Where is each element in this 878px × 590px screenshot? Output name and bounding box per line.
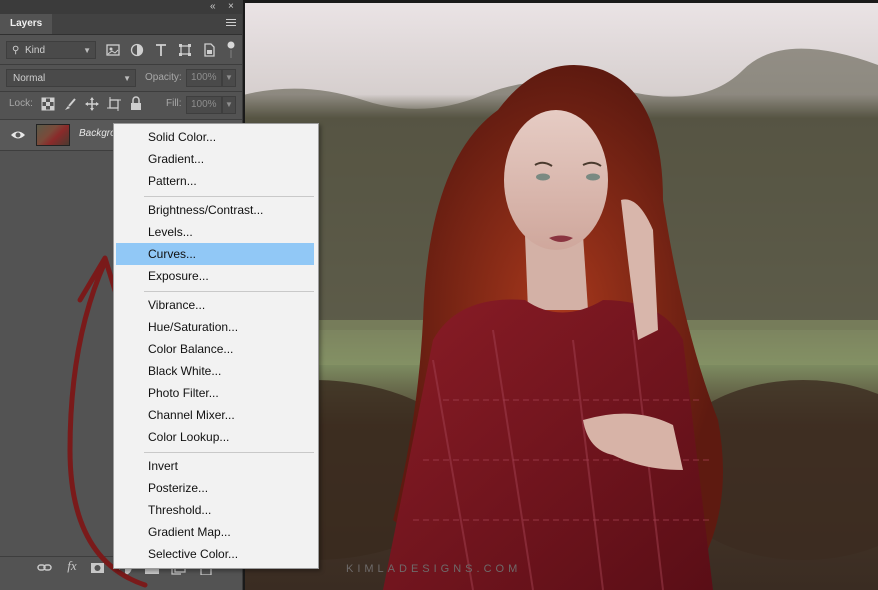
fill-dropdown[interactable]: ▼ xyxy=(222,96,236,114)
opacity-dropdown[interactable]: ▼ xyxy=(222,69,236,87)
lock-position-move-icon[interactable] xyxy=(85,97,99,111)
divider xyxy=(0,64,242,65)
menu-item-vibrance[interactable]: Vibrance... xyxy=(116,294,314,316)
filter-toggle-icon[interactable] xyxy=(226,40,236,60)
canvas-border xyxy=(243,0,878,590)
opacity-field[interactable]: 100% xyxy=(186,69,222,87)
menu-item-color-balance[interactable]: Color Balance... xyxy=(116,338,314,360)
panel-menu-icon[interactable] xyxy=(226,19,236,28)
menu-item-gradient[interactable]: Gradient... xyxy=(116,148,314,170)
chevron-down-icon: ▼ xyxy=(225,73,233,82)
smart-object-filter-icon[interactable] xyxy=(202,43,216,57)
menu-item-invert[interactable]: Invert xyxy=(116,455,314,477)
chevron-down-icon: ▼ xyxy=(123,74,131,83)
chevron-down-icon: ▼ xyxy=(83,46,91,55)
lock-transparent-icon[interactable] xyxy=(41,97,55,111)
panel-top-bar: « × xyxy=(0,0,242,14)
menu-item-curves[interactable]: Curves... xyxy=(116,243,314,265)
layer-thumbnail xyxy=(36,124,70,146)
menu-item-levels[interactable]: Levels... xyxy=(116,221,314,243)
link-layers-icon[interactable] xyxy=(37,561,53,575)
shape-filter-icon[interactable] xyxy=(178,43,192,57)
menu-divider xyxy=(144,196,314,197)
lock-all-icon[interactable] xyxy=(129,96,143,110)
canvas-area[interactable]: KIMLADESIGNS.COM xyxy=(243,0,878,590)
fill-field[interactable]: 100% xyxy=(186,96,222,114)
blend-mode-label: Normal xyxy=(13,73,46,84)
menu-item-color-lookup[interactable]: Color Lookup... xyxy=(116,426,314,448)
menu-item-photo-filter[interactable]: Photo Filter... xyxy=(116,382,314,404)
blend-mode-select[interactable]: Normal ▼ xyxy=(6,69,136,87)
close-panel-icon[interactable]: × xyxy=(228,1,234,13)
tab-layers[interactable]: Layers xyxy=(0,14,53,34)
type-filter-icon[interactable] xyxy=(154,43,168,57)
menu-item-posterize[interactable]: Posterize... xyxy=(116,477,314,499)
search-icon: ⚲ xyxy=(12,45,20,56)
menu-item-pattern[interactable]: Pattern... xyxy=(116,170,314,192)
menu-item-black-white[interactable]: Black White... xyxy=(116,360,314,382)
panel-tab-bar: Layers xyxy=(0,14,242,35)
divider xyxy=(0,91,242,92)
menu-divider xyxy=(144,452,314,453)
menu-item-exposure[interactable]: Exposure... xyxy=(116,265,314,287)
image-filter-icon[interactable] xyxy=(106,43,120,57)
adjustment-layer-menu: Solid Color... Gradient... Pattern... Br… xyxy=(113,123,319,569)
menu-item-solid-color[interactable]: Solid Color... xyxy=(116,126,314,148)
fill-label: Fill: xyxy=(166,98,182,109)
opacity-label: Opacity: xyxy=(145,72,182,83)
menu-item-gradient-map[interactable]: Gradient Map... xyxy=(116,521,314,543)
chevron-down-icon: ▼ xyxy=(225,100,233,109)
filter-kind-label: Kind xyxy=(25,45,46,56)
collapse-panel-icon[interactable]: « xyxy=(210,1,216,13)
menu-divider xyxy=(144,291,314,292)
lock-pixels-brush-icon[interactable] xyxy=(63,97,77,111)
eye-visibility-icon[interactable] xyxy=(10,127,26,143)
lock-artboard-icon[interactable] xyxy=(107,97,121,111)
menu-item-threshold[interactable]: Threshold... xyxy=(116,499,314,521)
menu-item-brightness-contrast[interactable]: Brightness/Contrast... xyxy=(116,199,314,221)
lock-label: Lock: xyxy=(9,98,33,109)
fx-icon[interactable]: fx xyxy=(64,559,80,573)
filter-kind-select[interactable]: ⚲ Kind ▼ xyxy=(6,41,96,59)
menu-item-channel-mixer[interactable]: Channel Mixer... xyxy=(116,404,314,426)
watermark-text: KIMLADESIGNS.COM xyxy=(346,563,522,575)
menu-item-hue-saturation[interactable]: Hue/Saturation... xyxy=(116,316,314,338)
menu-item-selective-color[interactable]: Selective Color... xyxy=(116,543,314,565)
adjustment-filter-icon[interactable] xyxy=(130,43,144,57)
add-mask-icon[interactable] xyxy=(90,561,106,575)
